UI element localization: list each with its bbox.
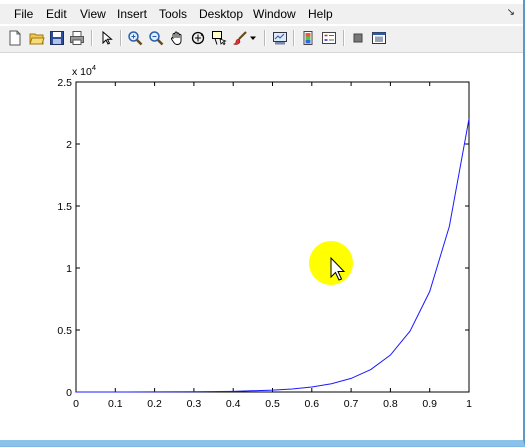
y-tick-label: 0.5 [57, 325, 72, 337]
hide-plot-tools-icon[interactable] [349, 29, 367, 47]
x-tick-label: 0.1 [108, 398, 123, 410]
link-plot-icon[interactable] [271, 29, 289, 47]
menu-help[interactable]: Help [304, 6, 337, 22]
y-tick-label: 1 [66, 263, 72, 275]
figure-canvas[interactable]: 0 0.1 0.2 0.3 0.4 0.5 0.6 0.7 0.8 0.9 1 0 0.5 1 1.5 2 2… [0, 53, 523, 440]
show-plot-tools-icon[interactable] [370, 29, 388, 47]
toolbar-separator [343, 30, 345, 46]
insert-legend-icon[interactable] [320, 29, 338, 47]
x-tick-label: 0.3 [187, 398, 202, 410]
x-tick-label: 0.6 [304, 398, 319, 410]
y-tick-label: 2.5 [57, 77, 72, 89]
figure-window: File Edit View Insert Tools Desktop Wind… [0, 0, 525, 446]
dock-figure-icon[interactable]: ↘ [507, 7, 515, 18]
x-tick-label: 0.9 [422, 398, 437, 410]
menu-view[interactable]: View [76, 6, 110, 22]
menu-bar: File Edit View Insert Tools Desktop Wind… [0, 4, 523, 24]
axes-box[interactable] [75, 81, 470, 393]
x-tick-label: 0.8 [383, 398, 398, 410]
brush-dropdown-icon[interactable] [248, 29, 258, 47]
x-tick-labels: 0 0.1 0.2 0.3 0.4 0.5 0.6 0.7 0.8 0.9 1 [73, 398, 472, 410]
menu-edit[interactable]: Edit [42, 6, 71, 22]
brush-icon[interactable] [231, 29, 249, 47]
menu-insert[interactable]: Insert [113, 6, 151, 22]
print-figure-icon[interactable] [68, 29, 86, 47]
menu-window[interactable]: Window [249, 6, 300, 22]
figure-toolbar [0, 26, 523, 53]
x-tick-label: 0.5 [265, 398, 280, 410]
zoom-out-icon[interactable] [147, 29, 165, 47]
cursor-highlight [309, 241, 353, 285]
plot-svg: 0 0.1 0.2 0.3 0.4 0.5 0.6 0.7 0.8 0.9 1 0 0.5 1 1.5 2 2… [57, 63, 472, 410]
y-axis-exponent-label: x 104 [72, 63, 96, 78]
edit-plot-arrow-icon[interactable] [98, 29, 116, 47]
save-figure-icon[interactable] [48, 29, 66, 47]
menu-file[interactable]: File [10, 6, 37, 22]
data-cursor-icon[interactable] [210, 29, 228, 47]
toolbar-separator [91, 30, 93, 46]
x-tick-label: 0.4 [226, 398, 241, 410]
new-figure-icon[interactable] [6, 29, 24, 47]
y-tick-label: 2 [66, 139, 72, 151]
pan-hand-icon[interactable] [168, 29, 186, 47]
y-tick-labels: 0 0.5 1 1.5 2 2.5 [57, 77, 72, 399]
rotate-3d-icon[interactable] [189, 29, 207, 47]
axes[interactable] [75, 81, 470, 393]
open-file-icon[interactable] [28, 29, 46, 47]
y-tick-label: 1.5 [57, 201, 72, 213]
menu-tools[interactable]: Tools [155, 6, 191, 22]
x-tick-label: 0.2 [147, 398, 162, 410]
toolbar-separator [120, 30, 122, 46]
toolbar-separator [264, 30, 266, 46]
insert-colorbar-icon[interactable] [299, 29, 317, 47]
y-tick-label: 0 [66, 387, 72, 399]
zoom-in-icon[interactable] [126, 29, 144, 47]
x-tick-label: 0 [73, 398, 79, 410]
x-tick-label: 0.7 [344, 398, 359, 410]
x-tick-label: 1 [466, 398, 472, 410]
menu-desktop[interactable]: Desktop [195, 6, 247, 22]
toolbar-separator [293, 30, 295, 46]
